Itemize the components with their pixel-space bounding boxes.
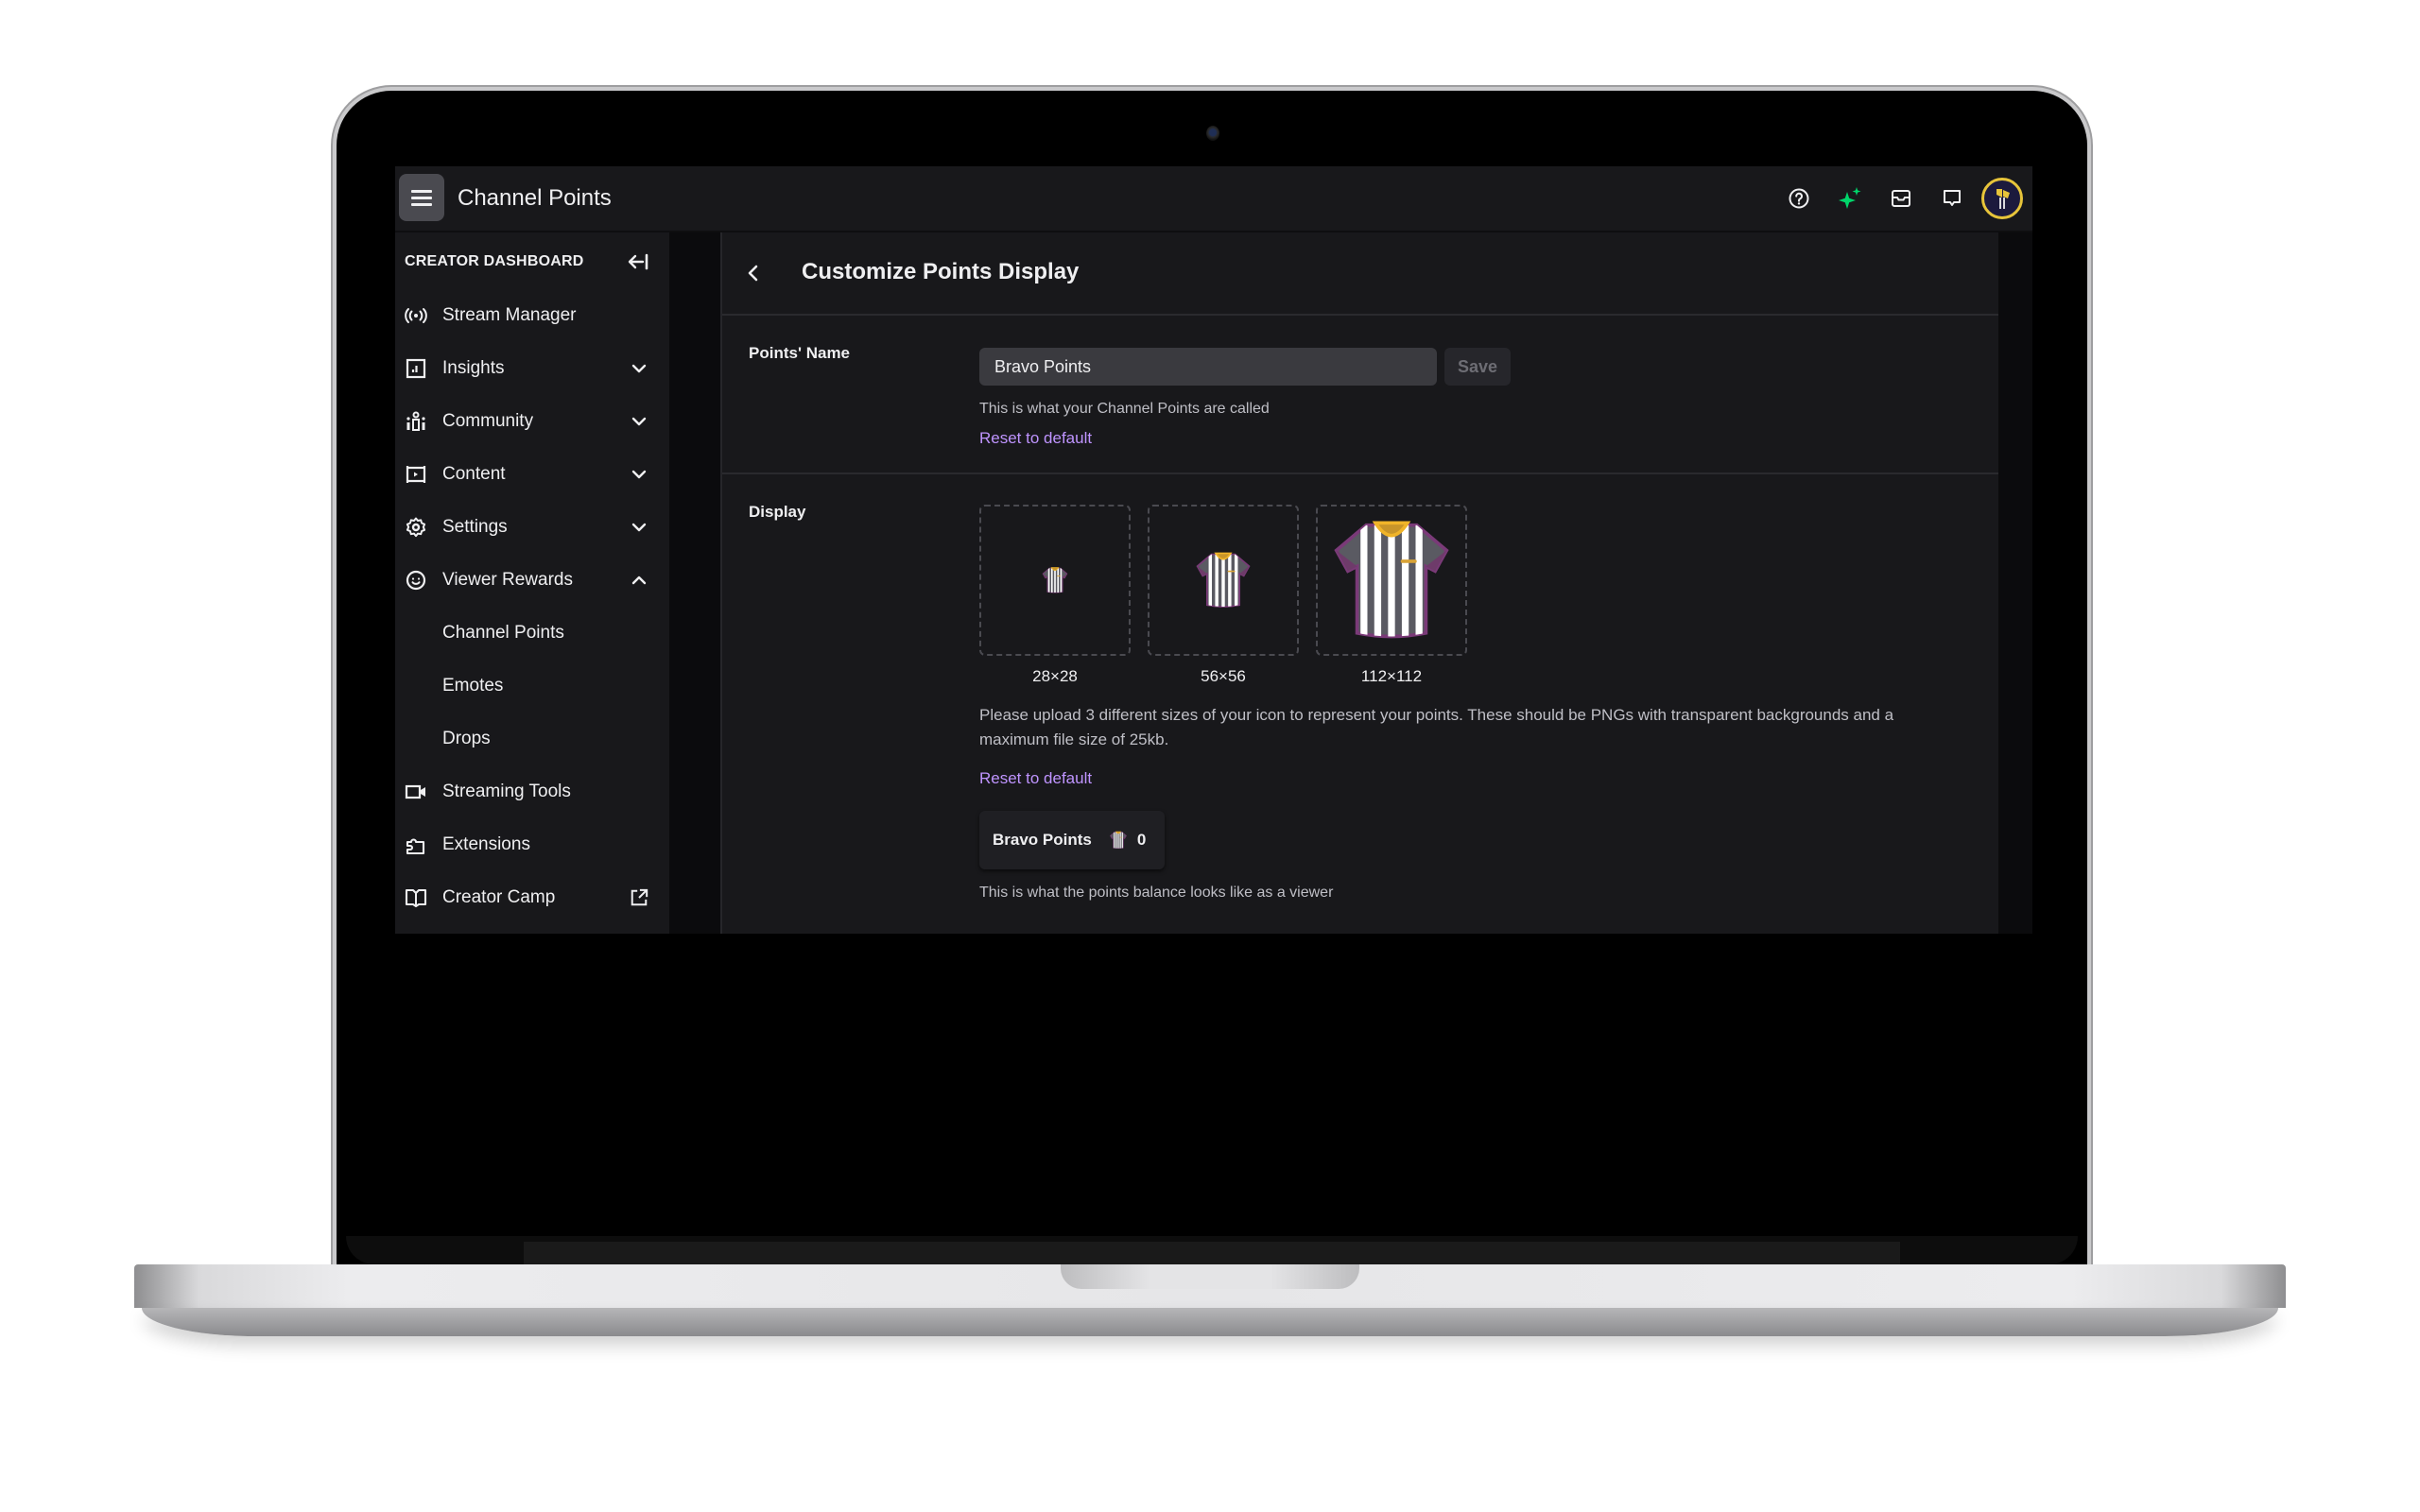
sidebar-item-community[interactable]: Community: [395, 395, 669, 448]
sidebar-item-extensions[interactable]: Extensions: [395, 818, 669, 871]
preview-points-name: Bravo Points: [993, 831, 1092, 849]
icon-upload-28[interactable]: [979, 505, 1131, 656]
laptop-bezel-bottom: [346, 1236, 2078, 1264]
community-icon: [405, 410, 427, 433]
icon-upload-56[interactable]: [1148, 505, 1299, 656]
layout-gutter: [669, 232, 720, 934]
top-nav: Channel Points: [395, 166, 2032, 232]
sidebar-item-label: Settings: [442, 517, 508, 537]
hamburger-icon: [411, 196, 432, 199]
webcam: [1206, 126, 1219, 141]
sidebar-item-content[interactable]: Content: [395, 448, 669, 501]
external-link-icon: [630, 888, 648, 907]
laptop-opening-notch: [1061, 1264, 1359, 1289]
inbox-icon: [1892, 190, 1910, 207]
broadcast-icon: [405, 304, 427, 327]
icon-size-caption: 28×28: [1032, 667, 1078, 685]
hinge: [524, 1242, 1900, 1264]
insights-icon: [405, 357, 427, 380]
whispers-icon: [1944, 190, 1961, 206]
main-panel: Customize Points Display Points' Name Sa…: [720, 232, 2000, 934]
icon-upload-112[interactable]: [1316, 505, 1467, 656]
display-section: Display 28×28 56×56 112×112 Please uploa…: [722, 474, 1998, 934]
inbox-button[interactable]: [1876, 173, 1927, 224]
sidebar-item-insights[interactable]: Insights: [395, 342, 669, 395]
sidebar-item-label: Stream Manager: [442, 305, 577, 325]
sidebar-item-label: Emotes: [442, 676, 504, 696]
settings-icon: [405, 516, 427, 539]
icon-size-caption: 112×112: [1360, 667, 1423, 685]
jersey-icon-preview: [1109, 829, 1128, 851]
chevron-left-icon: [748, 265, 758, 282]
sparkle-button[interactable]: [1824, 173, 1876, 224]
sidebar-item-label: Drops: [442, 729, 491, 748]
camera-icon: [405, 781, 427, 803]
layout-gutter-right: [1998, 232, 2032, 934]
sidebar-subitem-channel-points[interactable]: Channel Points: [395, 607, 669, 660]
user-avatar[interactable]: [1981, 178, 2023, 219]
preview-points-balance: 0: [1136, 831, 1147, 849]
help-icon: [1789, 188, 1809, 209]
sidebar-item-label: Community: [442, 411, 534, 431]
chevron-down-icon: [630, 412, 648, 431]
book-icon: [405, 886, 427, 909]
chevron-down-icon: [630, 465, 648, 484]
display-label: Display: [749, 503, 806, 521]
sidebar-item-creator-camp[interactable]: Creator Camp: [395, 871, 669, 924]
reset-name-link[interactable]: Reset to default: [979, 429, 1092, 448]
collapse-left-icon: [628, 253, 648, 270]
icon-size-caption: 56×56: [1201, 667, 1246, 685]
sidebar-item-streaming-tools[interactable]: Streaming Tools: [395, 765, 669, 818]
preview-caption: This is what the points balance looks li…: [979, 885, 1334, 901]
points-balance-preview: Bravo Points 0: [979, 811, 1165, 869]
page-title: Customize Points Display: [802, 259, 1080, 284]
menu-button[interactable]: [399, 174, 444, 221]
jersey-icon-medium: [1193, 548, 1253, 612]
sidebar-item-label: Insights: [442, 358, 505, 378]
upload-instructions: Please upload 3 different sizes of your …: [979, 706, 1894, 748]
app-title: Channel Points: [458, 185, 612, 211]
sidebar-item-viewer-rewards[interactable]: Viewer Rewards: [395, 554, 669, 607]
collapse-sidebar-button[interactable]: [624, 248, 652, 276]
reset-icons-link[interactable]: Reset to default: [979, 769, 1092, 788]
save-button[interactable]: Save: [1444, 348, 1511, 386]
points-name-section: Points' Name Save This is what your Chan…: [722, 316, 1998, 474]
sidebar-subitem-drops[interactable]: Drops: [395, 713, 669, 765]
sidebar-item-label: Channel Points: [442, 623, 564, 643]
puzzle-icon: [405, 833, 427, 856]
help-button[interactable]: [1773, 173, 1824, 224]
points-name-helper: This is what your Channel Points are cal…: [979, 401, 1270, 417]
top-nav-actions: [1773, 166, 2032, 231]
jersey-icon-small: [1041, 564, 1069, 596]
jersey-icon-large: [1322, 516, 1461, 644]
sidebar-item-label: Content: [442, 464, 506, 484]
content-icon: [405, 463, 427, 486]
page-header: Customize Points Display: [722, 232, 1998, 316]
whispers-button[interactable]: [1927, 173, 1978, 224]
sidebar-item-label: Extensions: [442, 834, 530, 854]
sidebar-subitem-emotes[interactable]: Emotes: [395, 660, 669, 713]
sparkle-icon: [1839, 187, 1861, 209]
sidebar-item-label: Viewer Rewards: [442, 570, 573, 590]
avatar-logo-icon: [1996, 189, 2010, 209]
laptop-base-lower: [142, 1308, 2278, 1336]
sidebar-header: CREATOR DASHBOARD: [405, 253, 584, 269]
chevron-down-icon: [630, 359, 648, 378]
sidebar-item-label: Creator Camp: [442, 887, 556, 907]
screen: Channel Points CREATOR DASHBOARD Stream …: [395, 166, 2032, 934]
sidebar-item-stream-manager[interactable]: Stream Manager: [395, 289, 669, 342]
points-name-label: Points' Name: [749, 344, 851, 362]
chevron-up-icon: [630, 571, 648, 590]
back-button[interactable]: [739, 259, 768, 287]
sidebar-item-settings[interactable]: Settings: [395, 501, 669, 554]
viewer-rewards-icon: [405, 569, 427, 592]
chevron-down-icon: [630, 518, 648, 537]
sidebar: CREATOR DASHBOARD Stream Manager Insight…: [395, 232, 669, 934]
sidebar-item-label: Streaming Tools: [442, 782, 571, 801]
points-name-input[interactable]: [979, 348, 1437, 386]
